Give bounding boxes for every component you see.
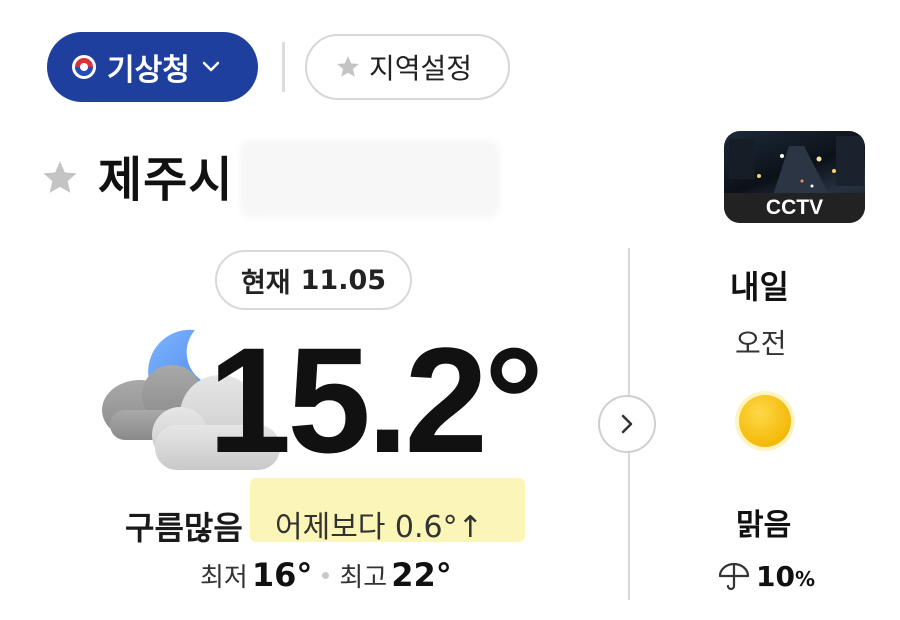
star-icon xyxy=(337,56,359,77)
max-value: 22° xyxy=(391,556,452,594)
separator-dot xyxy=(322,571,330,579)
rain-value: 10 xyxy=(756,560,795,593)
region-button-label: 지역설정 xyxy=(369,52,473,85)
min-max-temperature: 최저 16° 최고 22° xyxy=(200,556,452,594)
current-time-badge: 현재 11.05 xyxy=(215,250,412,310)
region-settings-button[interactable]: 지역설정 xyxy=(305,34,510,100)
header-divider xyxy=(282,42,285,92)
min-label: 최저 xyxy=(200,563,248,593)
kma-logo-icon xyxy=(72,55,96,79)
favorite-star-icon[interactable] xyxy=(40,158,80,198)
rain-unit: % xyxy=(794,567,816,591)
redacted-area xyxy=(240,140,500,218)
time-value: 11.05 xyxy=(300,264,387,296)
min-value: 16° xyxy=(251,556,313,594)
sun-icon xyxy=(735,391,795,451)
current-condition: 구름많음 xyxy=(125,509,243,547)
umbrella-icon xyxy=(718,562,750,590)
chevron-down-icon xyxy=(202,61,220,72)
agency-label: 기상청 xyxy=(107,53,190,88)
agency-menu-button[interactable]: 기상청 xyxy=(47,32,258,102)
next-forecast-button[interactable] xyxy=(598,395,656,453)
max-label: 최고 xyxy=(339,563,388,593)
current-temperature: 15.2° xyxy=(208,316,544,484)
tomorrow-title: 내일 xyxy=(730,268,789,306)
cctv-label: CCTV xyxy=(724,193,865,223)
chevron-right-icon xyxy=(621,414,633,434)
city-name: 제주시 xyxy=(98,152,234,208)
tomorrow-period: 오전 xyxy=(735,327,787,360)
time-label: 현재 xyxy=(240,267,291,299)
compare-yesterday: 어제보다 0.6°↑ xyxy=(275,510,483,545)
cctv-thumbnail[interactable]: CCTV xyxy=(724,131,865,223)
tomorrow-condition: 맑음 xyxy=(736,508,792,543)
rain-probability: 10% xyxy=(718,560,815,593)
